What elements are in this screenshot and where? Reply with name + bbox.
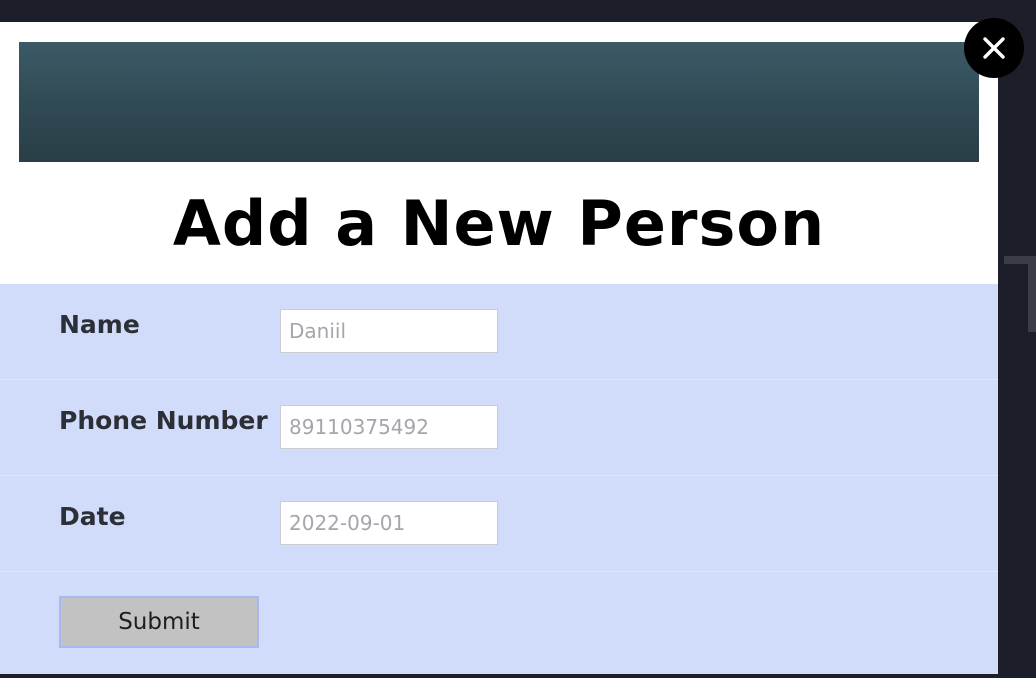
add-person-form: Name Phone Number Date Submit	[0, 284, 998, 674]
backdrop-bottom-edge	[0, 674, 1036, 678]
date-label: Date	[59, 502, 126, 531]
close-icon	[983, 37, 1005, 59]
phone-number-label: Phone Number	[59, 406, 268, 435]
add-person-modal: Add a New Person Name Phone Number Date …	[0, 18, 1024, 674]
submit-button[interactable]: Submit	[59, 596, 259, 648]
phone-number-input[interactable]	[280, 405, 498, 449]
name-input[interactable]	[280, 309, 498, 353]
background-letter	[1000, 250, 1036, 340]
form-row-name: Name	[0, 284, 998, 380]
modal-title: Add a New Person	[172, 187, 826, 260]
form-row-phone: Phone Number	[0, 380, 998, 476]
close-button[interactable]	[964, 18, 1024, 78]
date-input[interactable]	[280, 501, 498, 545]
form-row-date: Date	[0, 476, 998, 572]
modal-banner	[19, 42, 979, 162]
name-label: Name	[59, 310, 140, 339]
